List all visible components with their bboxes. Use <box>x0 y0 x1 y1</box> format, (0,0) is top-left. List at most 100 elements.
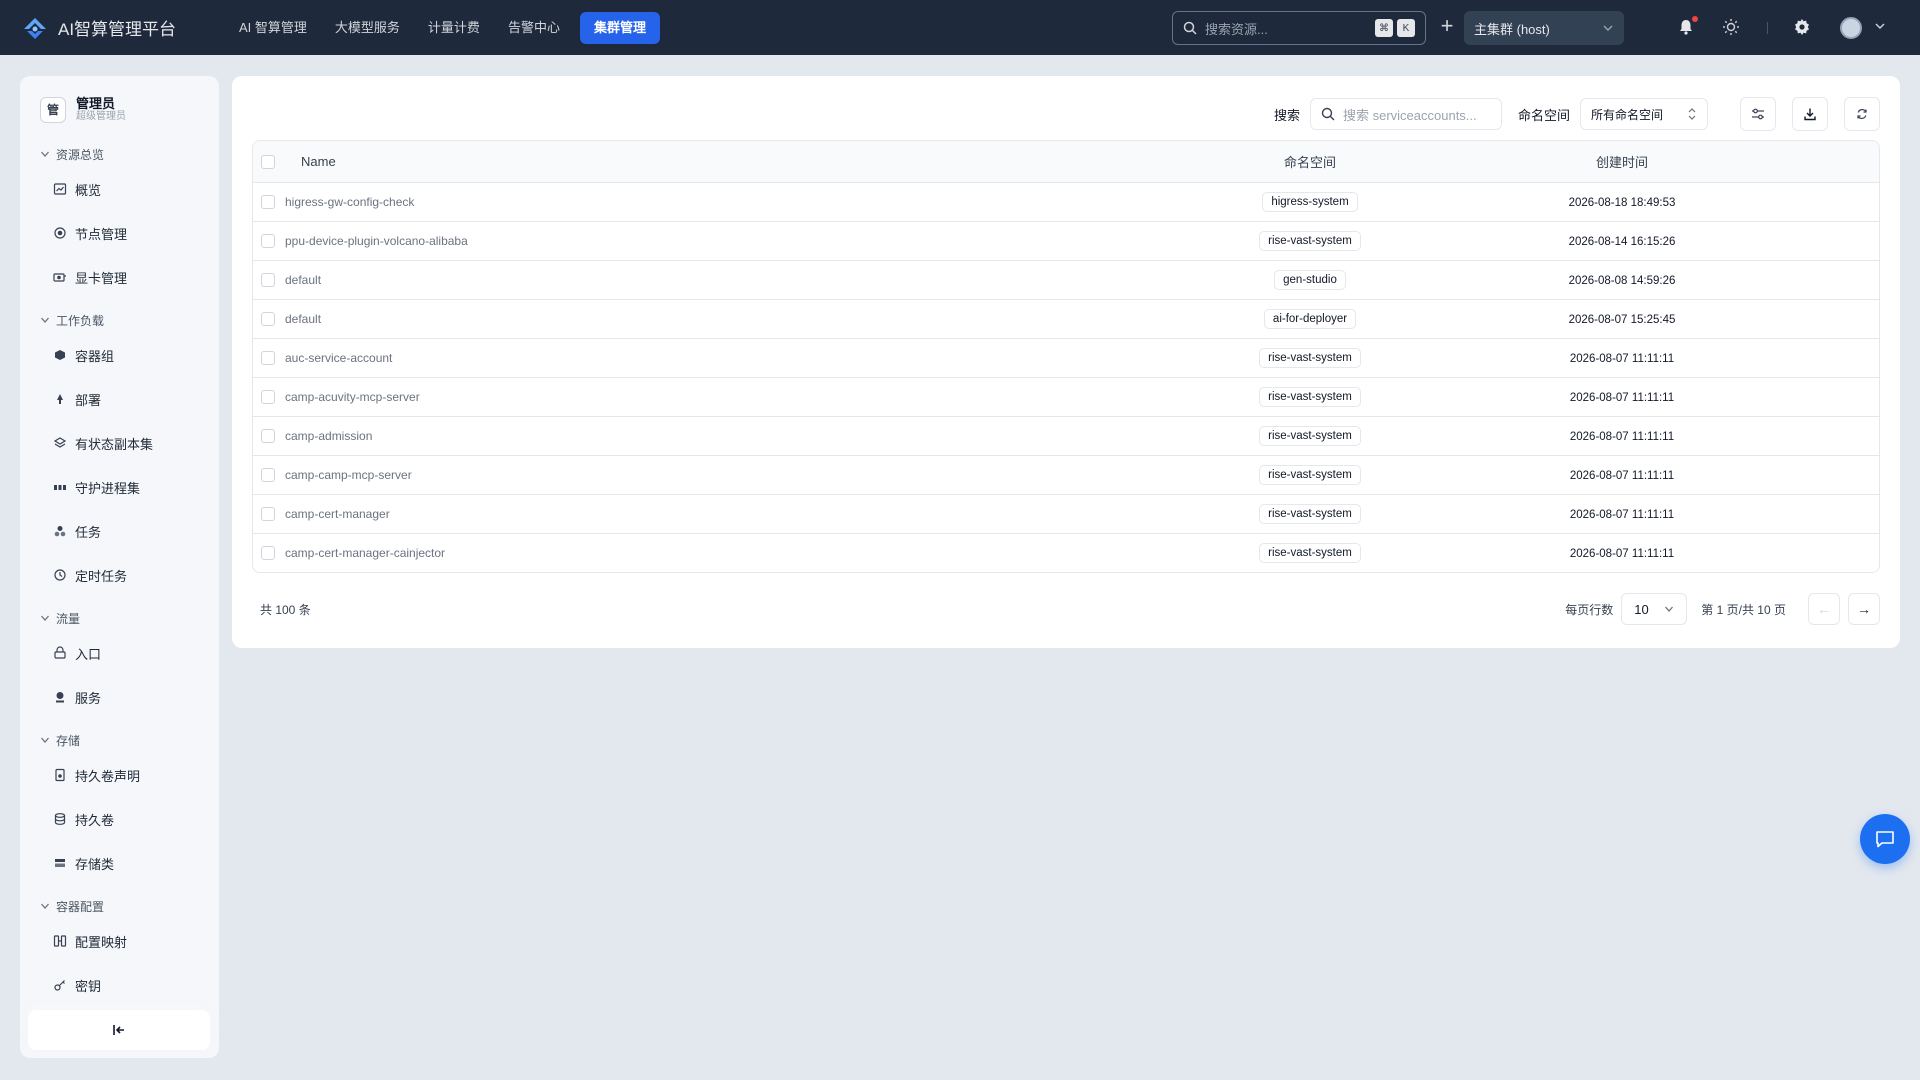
serviceaccount-name[interactable]: higress-gw-config-check <box>285 182 1185 221</box>
serviceaccount-name[interactable]: camp-cert-manager <box>285 494 1185 533</box>
cluster-select[interactable]: 主集群 (host) <box>1464 11 1624 45</box>
row-checkbox[interactable] <box>261 428 275 443</box>
row-checkbox[interactable] <box>261 467 275 482</box>
topnav-billing[interactable]: 计量计费 <box>414 12 494 44</box>
namespace-badge: rise-vast-system <box>1259 347 1361 368</box>
search-input[interactable]: 搜索 serviceaccounts... <box>1309 98 1502 130</box>
user-avatar-icon[interactable] <box>1840 17 1862 39</box>
column-settings-button[interactable] <box>1740 97 1776 131</box>
sidebar-item-storage-class[interactable]: 存储类 <box>20 841 219 885</box>
refresh-button[interactable] <box>1844 97 1880 131</box>
sidebar-item-statefulsets[interactable]: 有状态副本集 <box>20 421 219 465</box>
app-title: AI智算管理平台 <box>58 20 177 39</box>
select-all-checkbox[interactable] <box>261 155 275 170</box>
sidebar-item-daemonsets[interactable]: 守护进程集 <box>20 465 219 509</box>
table-row[interactable]: camp-acuvity-mcp-server rise-vast-system 2… <box>253 377 1879 416</box>
row-checkbox[interactable] <box>261 311 275 326</box>
prev-page-button[interactable]: ← <box>1808 593 1840 625</box>
search-icon <box>1321 107 1335 121</box>
namespace-badge: rise-vast-system <box>1259 230 1361 251</box>
created-time: 2026-08-14 16:15:26 <box>1568 235 1676 248</box>
sidebar-item-configmaps[interactable]: 配置映射 <box>20 919 219 963</box>
serviceaccount-name[interactable]: camp-camp-mcp-server <box>285 455 1185 494</box>
add-icon[interactable]: + <box>1436 15 1458 38</box>
global-search-input[interactable]: 搜索资源... ⌘ K <box>1172 11 1426 45</box>
user-avatar: 管 <box>40 96 66 123</box>
collapse-sidebar-button[interactable] <box>28 1010 210 1050</box>
group-header-workloads[interactable]: 工作负载 <box>20 307 219 333</box>
shortcut-k-key: K <box>1397 19 1415 37</box>
sidebar-item-gpu[interactable]: 显卡管理 <box>20 255 219 299</box>
sidebar-item-jobs[interactable]: 任务 <box>20 509 219 553</box>
rows-per-page-label: 每页行数 <box>1565 602 1614 617</box>
table-row[interactable]: default gen-studio 2026-08-08 14:59:26 <box>253 260 1879 299</box>
nav-group-storage: 存储 持久卷声明 持久卷 存储类 <box>20 727 219 885</box>
group-header-storage[interactable]: 存储 <box>20 727 219 753</box>
serviceaccount-name[interactable]: default <box>285 299 1185 338</box>
group-header-traffic[interactable]: 流量 <box>20 605 219 631</box>
row-checkbox[interactable] <box>261 389 275 404</box>
topnav-alerts[interactable]: 告警中心 <box>494 12 574 44</box>
sidebar-item-cronjobs[interactable]: 定时任务 <box>20 553 219 597</box>
table-row[interactable]: camp-cert-manager rise-vast-system 2026-08… <box>253 494 1879 533</box>
notification-dot <box>1692 16 1698 22</box>
sidebar-item-pv[interactable]: 持久卷 <box>20 797 219 841</box>
chat-button[interactable] <box>1860 814 1910 864</box>
download-button[interactable] <box>1792 97 1828 131</box>
sidebar-item-deployments[interactable]: 部署 <box>20 377 219 421</box>
top-bar: AI智算管理平台 AI 智算管理 大模型服务 计量计费 告警中心 集群管理 搜索… <box>0 0 1920 55</box>
table-row[interactable]: default ai-for-deployer 2026-08-07 15:25:4… <box>253 299 1879 338</box>
created-time: 2026-08-18 18:49:53 <box>1568 196 1676 209</box>
serviceaccount-name[interactable]: auc-service-account <box>285 338 1185 377</box>
sidebar-item-services[interactable]: 服务 <box>20 675 219 719</box>
table-row[interactable]: auc-service-account rise-vast-system 2026-… <box>253 338 1879 377</box>
table-row[interactable]: ppu-device-plugin-volcano-alibaba rise-va… <box>253 221 1879 260</box>
brand[interactable]: AI智算管理平台 <box>20 13 210 43</box>
sidebar-item-nodes[interactable]: 节点管理 <box>20 211 219 255</box>
row-checkbox[interactable] <box>261 194 275 209</box>
namespace-select[interactable]: 所有命名空间 <box>1580 98 1708 130</box>
clock-icon <box>53 568 67 582</box>
row-checkbox[interactable] <box>261 350 275 365</box>
column-header-name[interactable]: Name <box>285 141 1185 183</box>
row-checkbox[interactable] <box>261 272 275 287</box>
group-header-overview[interactable]: 资源总览 <box>20 141 219 167</box>
sidebar-item-secrets[interactable]: 密钥 <box>20 963 219 1007</box>
job-icon <box>53 524 67 538</box>
row-checkbox[interactable] <box>261 546 275 561</box>
shortcut-cmd-key: ⌘ <box>1375 19 1393 37</box>
rows-per-page-select[interactable]: 10 <box>1621 593 1688 625</box>
sidebar-item-overview[interactable]: 概览 <box>20 167 219 211</box>
chevron-down-icon <box>41 151 49 157</box>
chevron-down-icon <box>1665 606 1674 612</box>
row-checkbox[interactable] <box>261 233 275 248</box>
gear-icon[interactable] <box>1792 17 1812 37</box>
row-checkbox[interactable] <box>261 506 275 521</box>
namespace-badge: rise-vast-system <box>1259 425 1361 446</box>
serviceaccount-name[interactable]: ppu-device-plugin-volcano-alibaba <box>285 221 1185 260</box>
sidebar-item-pods[interactable]: 容器组 <box>20 333 219 377</box>
topnav-ai-compute[interactable]: AI 智算管理 <box>225 12 321 44</box>
sidebar: 管 管理员 超级管理员 资源总览 概览 节点管理 显卡管理 工作负载 容器组 部… <box>20 76 219 1058</box>
column-header-namespace[interactable]: 命名空间 <box>1185 141 1435 183</box>
group-header-container-config[interactable]: 容器配置 <box>20 893 219 919</box>
sun-icon[interactable] <box>1721 17 1741 37</box>
serviceaccount-name[interactable]: camp-cert-manager-cainjector <box>285 533 1185 572</box>
serviceaccount-name[interactable]: camp-admission <box>285 416 1185 455</box>
chevron-down-icon[interactable] <box>1874 20 1886 32</box>
table-row[interactable]: camp-cert-manager-cainjector rise-vast-sy… <box>253 533 1879 572</box>
next-page-button[interactable]: → <box>1848 593 1880 625</box>
table-row[interactable]: higress-gw-config-check higress-system 202… <box>253 182 1879 221</box>
sidebar-item-ingress[interactable]: 入口 <box>20 631 219 675</box>
table-row[interactable]: camp-camp-mcp-server rise-vast-system 2026… <box>253 455 1879 494</box>
serviceaccount-name[interactable]: camp-acuvity-mcp-server <box>285 377 1185 416</box>
sidebar-item-pvc[interactable]: 持久卷声明 <box>20 753 219 797</box>
serviceaccount-name[interactable]: default <box>285 260 1185 299</box>
search-placeholder: 搜索 serviceaccounts... <box>1342 107 1477 123</box>
table-row[interactable]: camp-admission rise-vast-system 2026-08-07… <box>253 416 1879 455</box>
column-header-created[interactable]: 创建时间 <box>1435 141 1879 183</box>
created-time: 2026-08-07 11:11:11 <box>1569 469 1675 482</box>
topnav-llm-service[interactable]: 大模型服务 <box>321 12 414 44</box>
topnav-cluster-management[interactable]: 集群管理 <box>579 11 660 44</box>
namespace-badge: rise-vast-system <box>1259 464 1361 485</box>
